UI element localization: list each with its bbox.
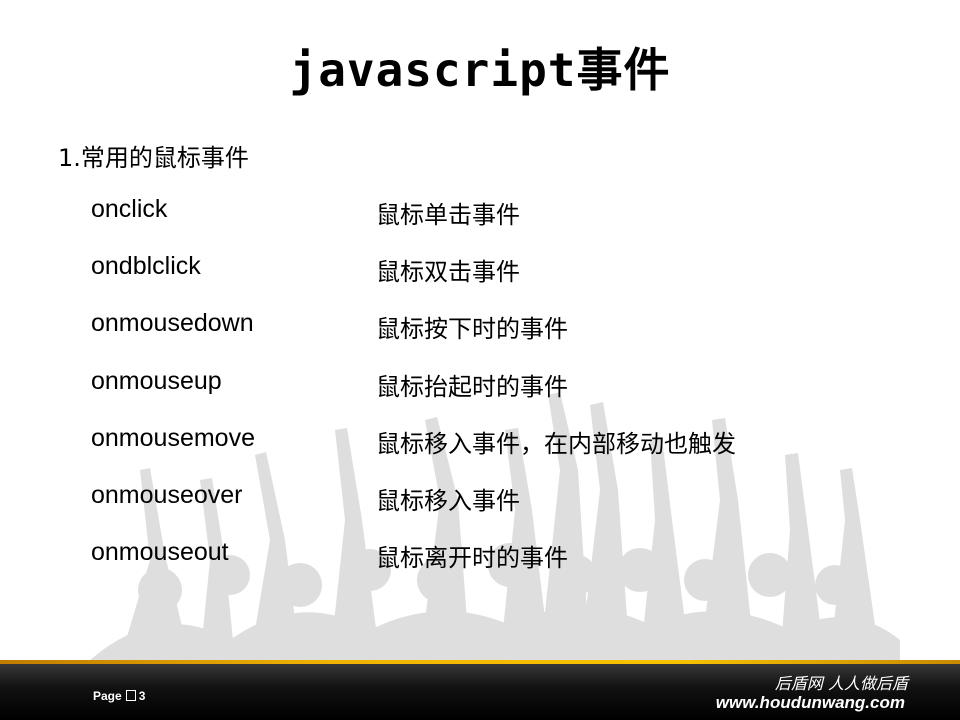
brand-url: www.houdunwang.com bbox=[715, 693, 905, 712]
event-name: onmouseover bbox=[91, 481, 243, 509]
event-description: 鼠标移入事件，在内部移动也触发 bbox=[376, 430, 736, 458]
event-name: onmouseup bbox=[91, 367, 222, 395]
event-description: 鼠标抬起时的事件 bbox=[376, 373, 568, 401]
event-name: onmousedown bbox=[91, 309, 254, 337]
page-number: 3 bbox=[138, 689, 146, 703]
event-name: ondblclick bbox=[91, 252, 201, 280]
event-row-onclick: onclick 鼠标单击事件 bbox=[0, 195, 960, 235]
event-row-onmouseout: onmouseout 鼠标离开时的事件 bbox=[0, 538, 960, 578]
event-description: 鼠标移入事件 bbox=[376, 487, 520, 515]
event-row-onmousedown: onmousedown 鼠标按下时的事件 bbox=[0, 309, 960, 349]
page-box-icon bbox=[125, 690, 136, 701]
page-indicator: Page 3 bbox=[93, 689, 145, 703]
event-description: 鼠标按下时的事件 bbox=[376, 315, 568, 343]
event-description: 鼠标双击事件 bbox=[376, 258, 520, 286]
event-row-ondblclick: ondblclick 鼠标双击事件 bbox=[0, 252, 960, 292]
slide-footer: Page 3 后盾网 人人做后盾 www.houdunwang.com bbox=[0, 660, 960, 720]
page-word: Page bbox=[93, 689, 122, 703]
event-name: onclick bbox=[91, 195, 168, 223]
section-heading: 1.常用的鼠标事件 bbox=[58, 144, 249, 172]
brand-slogan: 后盾网 人人做后盾 bbox=[774, 674, 908, 693]
footer-accent-line bbox=[0, 660, 960, 664]
event-row-onmouseup: onmouseup 鼠标抬起时的事件 bbox=[0, 367, 960, 407]
event-description: 鼠标单击事件 bbox=[376, 201, 520, 229]
event-row-onmousemove: onmousemove 鼠标移入事件，在内部移动也触发 bbox=[0, 424, 960, 464]
event-name: onmousemove bbox=[91, 424, 255, 452]
slide-title: javascript事件 bbox=[289, 43, 671, 97]
event-name: onmouseout bbox=[91, 538, 229, 566]
event-row-onmouseover: onmouseover 鼠标移入事件 bbox=[0, 481, 960, 521]
event-description: 鼠标离开时的事件 bbox=[376, 544, 568, 572]
